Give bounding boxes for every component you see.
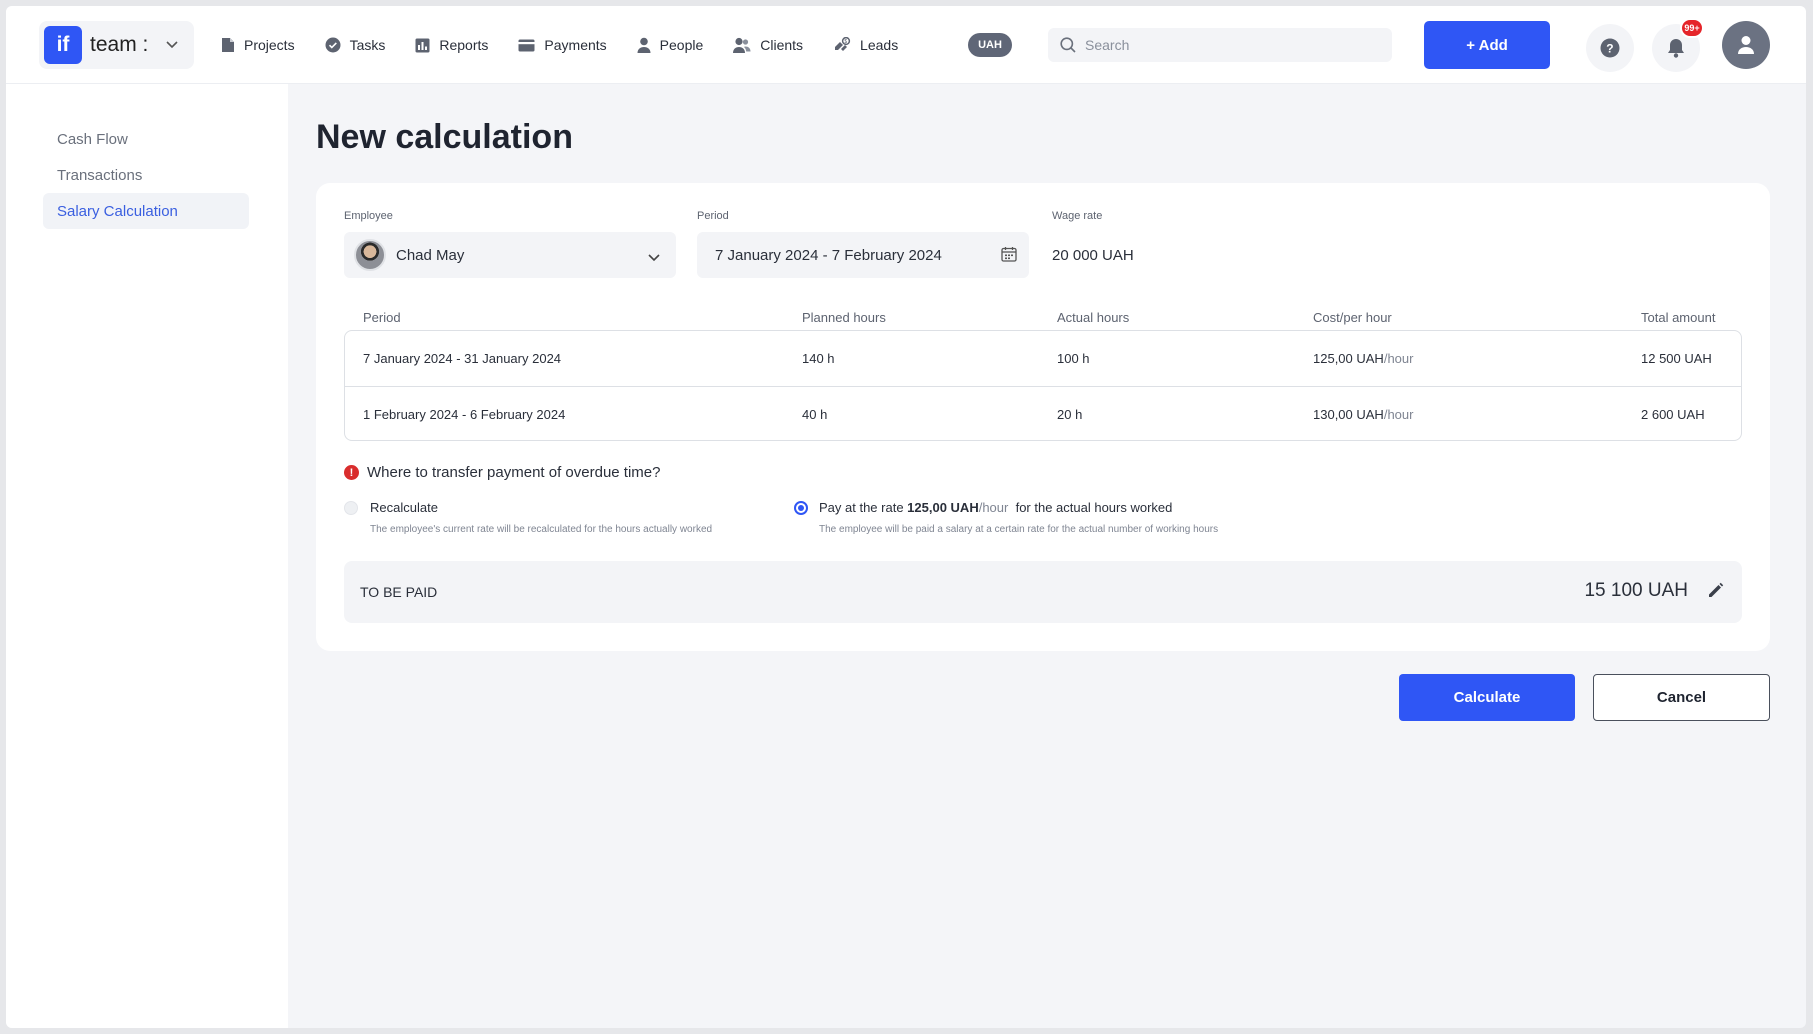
question-icon: ? — [1600, 38, 1620, 58]
brand-logo: if — [44, 26, 82, 64]
option-prefix: Pay at the rate — [819, 500, 908, 515]
to-be-paid-label: TO BE PAID — [360, 584, 438, 600]
period-picker[interactable]: 7 January 2024 - 7 February 2024 — [697, 232, 1029, 278]
nav-payments-label: Payments — [544, 37, 607, 53]
calendar-icon — [1001, 246, 1017, 266]
row-cost-unit: /hour — [1383, 351, 1414, 366]
wage-rate-label: Wage rate — [1052, 210, 1103, 222]
pay-at-rate-option-desc: The employee will be paid a salary at a … — [819, 524, 1219, 535]
row-cost-per-hour: 125,00 UAH/hour — [1313, 351, 1413, 366]
workspace-switcher[interactable]: if team : — [39, 21, 194, 69]
to-be-paid-value: 15 100 UAH — [1584, 580, 1688, 601]
recalculate-option-title[interactable]: Recalculate — [370, 500, 438, 515]
nav-people[interactable]: People — [637, 37, 704, 53]
row-cost-per-hour: 130,00 UAH/hour — [1313, 407, 1413, 422]
add-button[interactable]: + Add — [1424, 21, 1550, 69]
chevron-down-icon — [166, 39, 178, 51]
recalculate-option-desc: The employee's current rate will be reca… — [370, 524, 713, 535]
row-cost-value: 130,00 UAH — [1313, 407, 1384, 422]
col-header-planned-hours: Planned hours — [802, 310, 886, 325]
option-suffix: for the actual hours worked — [1008, 500, 1173, 515]
user-icon — [1738, 36, 1754, 54]
to-be-paid-panel: TO BE PAID 15 100 UAH — [344, 561, 1742, 623]
col-header-total-amount: Total amount — [1641, 310, 1716, 325]
row-total-amount: 2 600 UAH — [1641, 407, 1705, 422]
check-circle-icon — [325, 37, 341, 53]
employee-value: Chad May — [396, 246, 465, 264]
sidebar-item-cash-flow[interactable]: Cash Flow — [43, 121, 249, 157]
row-actual-hours: 20 h — [1057, 407, 1083, 422]
employee-select[interactable]: Chad May — [344, 232, 676, 278]
transfer-question: ! Where to transfer payment of overdue t… — [344, 464, 660, 481]
col-header-actual-hours: Actual hours — [1057, 310, 1130, 325]
option-rate: 125,00 UAH — [907, 500, 979, 515]
row-period: 7 January 2024 - 31 January 2024 — [363, 351, 562, 366]
row-total-amount: 12 500 UAH — [1641, 351, 1712, 366]
nav-reports[interactable]: Reports — [415, 37, 488, 53]
user-avatar[interactable] — [1722, 21, 1770, 69]
calculation-card: Employee Chad May Period 7 January 2024 … — [316, 183, 1770, 651]
table-row: 1 February 2024 - 6 February 2024 40 h 2… — [345, 386, 1741, 441]
chevron-down-icon — [648, 249, 660, 267]
option-rate-unit: /hour — [978, 500, 1009, 515]
nav-tasks-label: Tasks — [349, 37, 386, 53]
alert-icon: ! — [344, 465, 359, 480]
wage-rate-value: 20 000 UAH — [1052, 247, 1134, 264]
help-button[interactable]: ? — [1586, 24, 1634, 72]
calculate-button[interactable]: Calculate — [1399, 674, 1575, 721]
hours-table: 7 January 2024 - 31 January 2024 140 h 1… — [344, 330, 1742, 441]
transfer-question-text: Where to transfer payment of overdue tim… — [367, 464, 661, 481]
period-label: Period — [697, 210, 729, 222]
bell-icon — [1668, 39, 1684, 58]
search-box — [1048, 28, 1392, 62]
pencil-icon[interactable] — [1707, 582, 1724, 604]
file-icon — [222, 38, 234, 52]
pay-at-rate-radio[interactable] — [794, 501, 808, 515]
col-header-cost-per-hour: Cost/per hour — [1313, 310, 1392, 325]
cancel-button[interactable]: Cancel — [1593, 674, 1770, 721]
nav-people-label: People — [659, 37, 704, 53]
sidebar-item-transactions[interactable]: Transactions — [43, 157, 249, 193]
sidebar-item-salary-calculation[interactable]: Salary Calculation — [43, 193, 249, 229]
row-period: 1 February 2024 - 6 February 2024 — [363, 407, 566, 422]
leads-icon: $ — [835, 36, 851, 51]
nav-reports-label: Reports — [439, 37, 489, 53]
period-value: 7 January 2024 - 7 February 2024 — [715, 246, 942, 264]
search-icon — [1060, 37, 1076, 53]
main-nav: Projects Tasks Reports Payments People C… — [221, 6, 928, 84]
brand-name: team : — [90, 33, 149, 56]
row-actual-hours: 100 h — [1057, 351, 1090, 366]
recalculate-radio[interactable] — [344, 501, 358, 515]
row-cost-unit: /hour — [1383, 407, 1414, 422]
nav-projects-label: Projects — [244, 37, 295, 53]
search-input[interactable] — [1085, 37, 1365, 53]
app-window: if team : Projects Tasks Reports Payment… — [6, 6, 1806, 1028]
notifications-badge: 99+ — [1680, 18, 1704, 38]
chart-icon — [415, 38, 430, 52]
nav-projects[interactable]: Projects — [221, 37, 295, 53]
clients-icon — [733, 37, 751, 53]
person-icon — [637, 37, 651, 53]
currency-badge[interactable]: UAH — [968, 33, 1012, 57]
row-planned-hours: 140 h — [802, 351, 835, 366]
nav-clients-label: Clients — [760, 37, 804, 53]
row-cost-value: 125,00 UAH — [1313, 351, 1384, 366]
nav-leads[interactable]: $ Leads — [833, 36, 899, 54]
pay-at-rate-option-title[interactable]: Pay at the rate 125,00 UAH/hour for the … — [819, 500, 1172, 515]
row-planned-hours: 40 h — [802, 407, 828, 422]
sidebar: Cash Flow Transactions Salary Calculatio… — [6, 84, 288, 1028]
employee-label: Employee — [344, 210, 393, 222]
page-title: New calculation — [316, 118, 573, 156]
nav-leads-label: Leads — [860, 37, 899, 53]
card-icon — [518, 39, 535, 51]
employee-avatar — [354, 239, 386, 271]
svg-text:$: $ — [844, 39, 847, 45]
svg-text:?: ? — [1606, 42, 1613, 56]
col-header-period: Period — [363, 310, 401, 325]
top-nav: if team : Projects Tasks Reports Payment… — [6, 6, 1806, 84]
nav-payments[interactable]: Payments — [518, 37, 607, 53]
table-row: 7 January 2024 - 31 January 2024 140 h 1… — [345, 331, 1741, 386]
nav-tasks[interactable]: Tasks — [325, 37, 386, 53]
nav-clients[interactable]: Clients — [733, 37, 803, 53]
